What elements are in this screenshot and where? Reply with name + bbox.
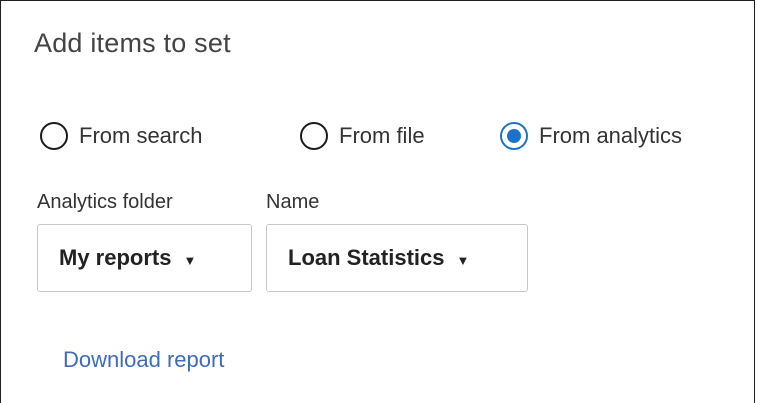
radio-from-analytics[interactable]: From analytics xyxy=(500,119,682,153)
caret-down-icon: ▼ xyxy=(456,252,470,268)
radio-label-from-analytics[interactable]: From analytics xyxy=(539,123,682,149)
download-report-link[interactable]: Download report xyxy=(63,347,224,373)
analytics-folder-dropdown[interactable]: My reports ▼ xyxy=(37,224,252,292)
name-dropdown[interactable]: Loan Statistics ▼ xyxy=(266,224,528,292)
radio-label-from-search[interactable]: From search xyxy=(79,123,202,149)
analytics-folder-value: My reports xyxy=(59,245,172,270)
name-value: Loan Statistics xyxy=(288,245,445,270)
add-items-dialog: Add items to set From search From file F… xyxy=(0,0,755,403)
caret-down-icon: ▼ xyxy=(183,252,197,268)
name-label: Name xyxy=(266,191,320,213)
radio-from-search[interactable]: From search xyxy=(40,119,202,153)
radio-unselected-icon[interactable] xyxy=(300,122,328,150)
analytics-folder-label: Analytics folder xyxy=(37,191,173,213)
radio-from-file[interactable]: From file xyxy=(300,119,425,153)
radio-label-from-file[interactable]: From file xyxy=(339,123,425,149)
radio-unselected-icon[interactable] xyxy=(40,122,68,150)
radio-selected-icon[interactable] xyxy=(500,122,528,150)
dialog-title: Add items to set xyxy=(34,28,231,58)
